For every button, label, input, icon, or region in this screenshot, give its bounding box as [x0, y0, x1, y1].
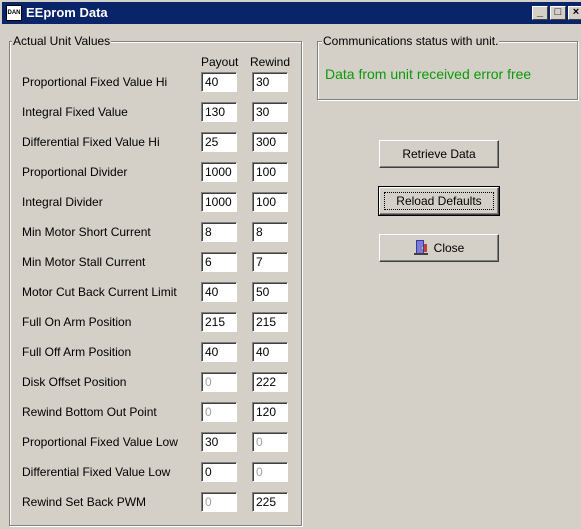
row-label: Proportional Divider — [22, 165, 128, 179]
payout-field[interactable]: 1000 — [201, 162, 237, 182]
comms-title: Communications status with unit. — [322, 34, 500, 48]
comms-status: Data from unit received error free — [325, 66, 532, 82]
row-label: Integral Fixed Value — [22, 105, 128, 119]
reload-defaults-button[interactable]: Reload Defaults — [378, 186, 500, 216]
retrieve-data-button[interactable]: Retrieve Data — [379, 140, 499, 168]
row-label: Rewind Set Back PWM — [22, 495, 147, 509]
row-label: Min Motor Stall Current — [22, 255, 146, 269]
rewind-field[interactable]: 8 — [252, 222, 288, 242]
payout-field[interactable]: 130 — [201, 102, 237, 122]
rewind-field[interactable]: 120 — [252, 402, 288, 422]
row-label: Proportional Fixed Value Hi — [22, 75, 168, 89]
payout-field[interactable]: 0 — [201, 372, 237, 392]
eeprom-window: DAN EEprom Data _ □ × Actual Unit Values… — [0, 0, 581, 529]
focus-rect — [384, 192, 494, 210]
payout-field[interactable]: 40 — [201, 72, 237, 92]
rewind-field[interactable]: 40 — [252, 342, 288, 362]
row-label: Min Motor Short Current — [22, 225, 151, 239]
retrieve-data-label: Retrieve Data — [402, 147, 476, 161]
rewind-field[interactable]: 225 — [252, 492, 288, 512]
row-label: Disk Offset Position — [22, 375, 127, 389]
close-label: Close — [433, 241, 465, 255]
col-header-rewind: Rewind — [250, 55, 291, 69]
payout-field[interactable]: 215 — [201, 312, 237, 332]
payout-field[interactable]: 30 — [201, 432, 237, 452]
payout-field[interactable]: 25 — [201, 132, 237, 152]
app-icon: DAN — [6, 5, 22, 21]
row-label: Rewind Bottom Out Point — [22, 405, 157, 419]
rewind-field[interactable]: 0 — [252, 462, 288, 482]
row-label: Integral Divider — [22, 195, 103, 209]
payout-field[interactable]: 0 — [201, 462, 237, 482]
rewind-field[interactable]: 0 — [252, 432, 288, 452]
row-label: Proportional Fixed Value Low — [22, 435, 178, 449]
rewind-field[interactable]: 30 — [252, 72, 288, 92]
rewind-field[interactable]: 300 — [252, 132, 288, 152]
payout-field[interactable]: 6 — [201, 252, 237, 272]
title-bar[interactable]: DAN EEprom Data _ □ × — [2, 2, 581, 24]
close-window-icon[interactable]: × — [568, 6, 581, 20]
maximize-icon[interactable]: □ — [550, 6, 566, 20]
payout-field[interactable]: 1000 — [201, 192, 237, 212]
rewind-field[interactable]: 222 — [252, 372, 288, 392]
payout-field[interactable]: 0 — [201, 492, 237, 512]
door-exit-icon — [413, 239, 428, 255]
actual-values-title: Actual Unit Values — [12, 34, 112, 48]
payout-field[interactable]: 0 — [201, 402, 237, 422]
row-label: Full On Arm Position — [22, 315, 132, 329]
window-title: EEprom Data — [26, 5, 108, 20]
rewind-field[interactable]: 100 — [252, 192, 288, 212]
close-button[interactable]: Close — [379, 234, 499, 262]
row-label: Differential Fixed Value Low — [22, 465, 171, 479]
payout-field[interactable]: 8 — [201, 222, 237, 242]
rewind-field[interactable]: 215 — [252, 312, 288, 332]
rewind-field[interactable]: 7 — [252, 252, 288, 272]
rewind-field[interactable]: 30 — [252, 102, 288, 122]
col-header-payout: Payout — [201, 55, 239, 69]
payout-field[interactable]: 40 — [201, 342, 237, 362]
row-label: Full Off Arm Position — [22, 345, 132, 359]
row-label: Differential Fixed Value Hi — [22, 135, 160, 149]
minimize-icon[interactable]: _ — [532, 6, 548, 20]
row-label: Motor Cut Back Current Limit — [22, 285, 177, 299]
payout-field[interactable]: 40 — [201, 282, 237, 302]
rewind-field[interactable]: 100 — [252, 162, 288, 182]
app-icon-text: DAN — [7, 10, 21, 16]
rewind-field[interactable]: 50 — [252, 282, 288, 302]
